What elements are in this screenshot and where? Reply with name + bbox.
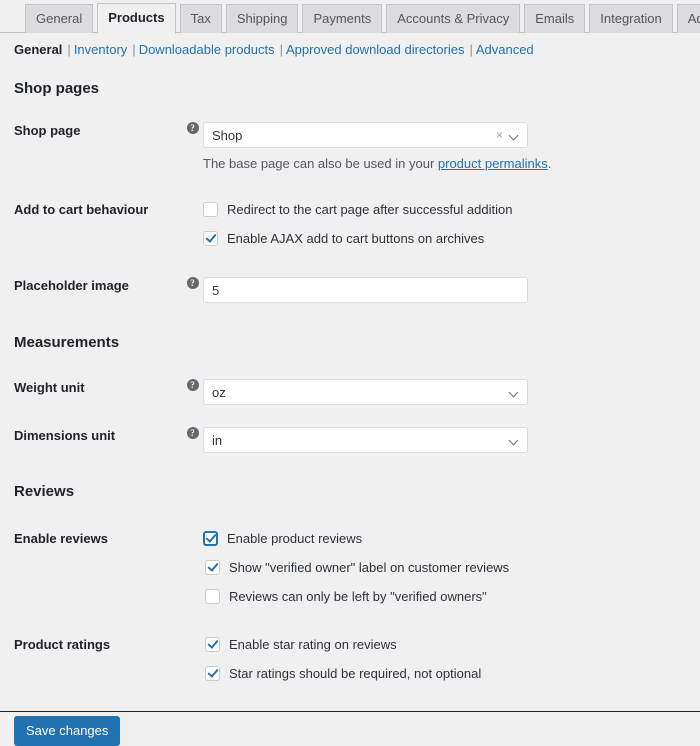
subnav-separator: | xyxy=(469,42,473,57)
field-row-shop-page: Shop page ? Shop × The base page can als… xyxy=(0,122,700,172)
save-changes-button[interactable]: Save changes xyxy=(14,716,121,746)
checkbox-label-show-verified-owner-label[interactable]: Show "verified owner" label on customer … xyxy=(229,559,509,576)
checkbox-row-show-verified-owner-label[interactable]: Show "verified owner" label on customer … xyxy=(203,559,700,576)
subnav-separator: | xyxy=(67,42,71,57)
tab-advanced[interactable]: Advanced xyxy=(676,4,700,33)
checkbox-enable-product-reviews[interactable] xyxy=(203,531,218,546)
tab-emails[interactable]: Emails xyxy=(524,4,586,33)
help-shop-page[interactable]: ? xyxy=(182,122,203,134)
checkbox-label-enable-product-reviews[interactable]: Enable product reviews xyxy=(227,530,362,547)
tab-integration[interactable]: Integration xyxy=(589,4,673,33)
checkbox-redirect-to-cart[interactable] xyxy=(203,202,218,217)
tab-tax[interactable]: Tax xyxy=(179,4,222,33)
checkbox-label-enable-star-rating[interactable]: Enable star rating on reviews xyxy=(229,636,397,653)
checkbox-show-verified-owner-label[interactable] xyxy=(205,560,220,575)
shop-page-description: The base page can also be used in your p… xyxy=(203,148,700,172)
chevron-down-icon[interactable] xyxy=(510,436,519,445)
settings-tab-bar: General Products Tax Shipping Payments A… xyxy=(0,0,700,34)
chevron-down-icon[interactable] xyxy=(510,131,519,140)
help-circle-icon[interactable]: ? xyxy=(186,379,199,391)
checkbox-verified-owners-only[interactable] xyxy=(205,589,220,604)
label-weight-unit: Weight unit xyxy=(14,380,85,395)
shop-page-selected-value: Shop xyxy=(212,127,243,143)
subnav-item-advanced[interactable]: Advanced xyxy=(476,42,534,57)
field-row-product-ratings: Product ratings Enable star rating on re… xyxy=(0,636,700,682)
shop-page-description-text: The base page can also be used in your xyxy=(203,156,438,171)
checkbox-row-verified-owners-only[interactable]: Reviews can only be left by "verified ow… xyxy=(203,588,700,605)
settings-form: Shop pages Shop page ? Shop × The base p… xyxy=(0,59,700,746)
checkbox-enable-star-rating[interactable] xyxy=(205,637,220,652)
checkbox-row-enable-ajax-add-to-cart[interactable]: Enable AJAX add to cart buttons on archi… xyxy=(203,230,700,247)
subnav-item-inventory[interactable]: Inventory xyxy=(74,42,127,57)
help-weight-unit[interactable]: ? xyxy=(182,379,203,391)
help-circle-icon[interactable]: ? xyxy=(186,277,199,289)
tab-payments[interactable]: Payments xyxy=(302,4,383,33)
label-shop-page: Shop page xyxy=(14,123,81,138)
checkbox-label-star-ratings-required[interactable]: Star ratings should be required, not opt… xyxy=(229,665,481,682)
field-row-weight-unit: Weight unit ? oz xyxy=(0,379,700,405)
shop-page-select[interactable]: Shop × xyxy=(203,122,528,148)
help-circle-icon[interactable]: ? xyxy=(186,122,199,134)
subnav-separator: | xyxy=(132,42,136,57)
checkbox-label-enable-ajax-add-to-cart[interactable]: Enable AJAX add to cart buttons on archi… xyxy=(227,230,484,247)
help-dimensions-unit[interactable]: ? xyxy=(182,427,203,439)
label-product-ratings: Product ratings xyxy=(14,637,111,652)
label-add-to-cart-behaviour: Add to cart behaviour xyxy=(14,202,149,217)
field-row-placeholder-image: Placeholder image ? xyxy=(0,277,700,303)
checkbox-row-enable-product-reviews[interactable]: Enable product reviews xyxy=(203,530,700,547)
shop-page-description-period: . xyxy=(547,156,552,171)
field-row-enable-reviews: Enable reviews Enable product reviews Sh… xyxy=(0,530,700,605)
checkbox-row-enable-star-rating[interactable]: Enable star rating on reviews xyxy=(203,636,700,653)
product-permalinks-link[interactable]: product permalinks xyxy=(438,156,548,171)
weight-unit-select[interactable]: oz xyxy=(203,379,528,405)
chevron-down-icon[interactable] xyxy=(510,388,519,397)
checkbox-label-redirect-to-cart[interactable]: Redirect to the cart page after successf… xyxy=(227,201,512,218)
dimensions-unit-selected-value: in xyxy=(212,432,223,448)
tab-general[interactable]: General xyxy=(25,4,94,33)
subnav-item-general[interactable]: General xyxy=(14,42,62,57)
checkbox-enable-ajax-add-to-cart[interactable] xyxy=(203,231,218,246)
tab-products[interactable]: Products xyxy=(97,3,176,34)
checkbox-label-verified-owners-only[interactable]: Reviews can only be left by "verified ow… xyxy=(229,588,487,605)
label-enable-reviews: Enable reviews xyxy=(14,531,108,546)
subnav-item-approved-download-directories[interactable]: Approved download directories xyxy=(286,42,465,57)
weight-unit-selected-value: oz xyxy=(212,384,226,400)
field-row-add-to-cart-behaviour: Add to cart behaviour Redirect to the ca… xyxy=(0,201,700,247)
dimensions-unit-select[interactable]: in xyxy=(203,427,528,453)
tab-shipping[interactable]: Shipping xyxy=(225,4,299,33)
checkbox-row-star-ratings-required[interactable]: Star ratings should be required, not opt… xyxy=(203,665,700,682)
label-placeholder-image: Placeholder image xyxy=(14,278,129,293)
field-row-dimensions-unit: Dimensions unit ? in xyxy=(0,427,700,453)
subnav-item-downloadable-products[interactable]: Downloadable products xyxy=(139,42,275,57)
subnav-separator: | xyxy=(279,42,283,57)
help-circle-icon[interactable]: ? xyxy=(186,427,199,439)
help-placeholder-image[interactable]: ? xyxy=(182,277,203,289)
placeholder-image-input[interactable] xyxy=(203,277,528,303)
section-title-shop-pages: Shop pages xyxy=(14,80,100,97)
section-title-reviews: Reviews xyxy=(14,483,75,500)
label-dimensions-unit: Dimensions unit xyxy=(14,428,116,443)
section-title-measurements: Measurements xyxy=(14,334,120,351)
checkbox-star-ratings-required[interactable] xyxy=(205,666,220,681)
subnav: General | Inventory | Downloadable products |… xyxy=(0,33,700,59)
checkbox-row-redirect-to-cart[interactable]: Redirect to the cart page after successf… xyxy=(203,201,700,218)
tab-accounts-privacy[interactable]: Accounts & Privacy xyxy=(386,4,521,33)
